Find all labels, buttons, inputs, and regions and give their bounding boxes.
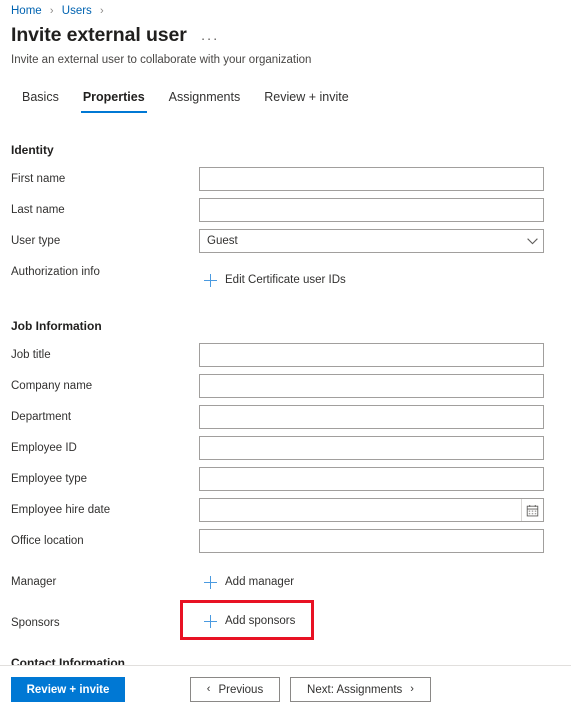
label-last-name: Last name: [11, 204, 65, 216]
section-heading-job-information: Job Information: [11, 319, 102, 333]
next-assignments-button[interactable]: Next: Assignments ›: [290, 677, 431, 702]
wizard-footer: Review + invite ‹ Previous Next: Assignm…: [0, 665, 571, 710]
review-invite-button[interactable]: Review + invite: [11, 677, 125, 702]
next-button-label: Next: Assignments: [307, 683, 403, 696]
user-type-selected-value: Guest: [207, 235, 238, 247]
last-name-input[interactable]: [199, 198, 544, 222]
calendar-icon[interactable]: [521, 499, 543, 521]
employee-type-input[interactable]: [199, 467, 544, 491]
add-manager-button[interactable]: Add manager: [204, 573, 294, 591]
tab-review-invite[interactable]: Review + invite: [252, 89, 360, 113]
breadcrumb-item-users[interactable]: Users: [62, 5, 92, 17]
plus-icon: [204, 575, 217, 589]
section-heading-identity: Identity: [11, 143, 54, 157]
breadcrumb: Home › Users ›: [11, 4, 109, 18]
add-sponsors-label: Add sponsors: [225, 614, 296, 627]
employee-hire-date-field[interactable]: [199, 498, 544, 522]
label-authorization-info: Authorization info: [11, 266, 100, 278]
tab-properties[interactable]: Properties: [71, 89, 157, 113]
label-office-location: Office location: [11, 535, 84, 547]
breadcrumb-separator-icon: ›: [100, 5, 104, 17]
employee-hire-date-input[interactable]: [200, 499, 521, 521]
add-sponsors-button[interactable]: Add sponsors: [204, 612, 295, 630]
more-actions-icon[interactable]: ···: [201, 25, 219, 45]
title-row: Invite external user ···: [11, 23, 219, 47]
user-type-select[interactable]: Guest: [199, 229, 544, 253]
label-job-title: Job title: [11, 349, 51, 361]
chevron-left-icon: ‹: [206, 683, 211, 695]
label-employee-type: Employee type: [11, 473, 88, 485]
label-employee-hire-date: Employee hire date: [11, 504, 111, 516]
plus-icon: [204, 614, 217, 628]
employee-id-input[interactable]: [199, 436, 544, 460]
label-first-name: First name: [11, 173, 66, 185]
add-manager-label: Add manager: [225, 575, 295, 588]
plus-icon: [204, 273, 217, 287]
previous-button-label: Previous: [218, 683, 264, 696]
first-name-input[interactable]: [199, 167, 544, 191]
page-title: Invite external user: [11, 24, 187, 46]
department-input[interactable]: [199, 405, 544, 429]
breadcrumb-separator-icon: ›: [49, 5, 54, 17]
office-location-input[interactable]: [199, 529, 544, 553]
job-title-input[interactable]: [199, 343, 544, 367]
label-department: Department: [11, 411, 72, 423]
label-employee-id: Employee ID: [11, 442, 77, 454]
chevron-down-icon: [521, 237, 543, 245]
tab-assignments[interactable]: Assignments: [157, 89, 253, 113]
form-content: Identity First name Last name User type …: [0, 122, 571, 665]
edit-certificate-user-ids-label: Edit Certificate user IDs: [225, 273, 346, 286]
section-heading-contact-information: Contact Information: [11, 656, 125, 665]
company-name-input[interactable]: [199, 374, 544, 398]
edit-certificate-user-ids-button[interactable]: Edit Certificate user IDs: [204, 271, 346, 289]
previous-button[interactable]: ‹ Previous: [190, 677, 280, 702]
invite-external-user-page: Home › Users › Invite external user ··· …: [0, 0, 571, 710]
breadcrumb-item-home[interactable]: Home: [11, 5, 42, 17]
tab-basics[interactable]: Basics: [10, 89, 71, 113]
tab-bar: Basics Properties Assignments Review + i…: [10, 89, 361, 119]
page-subtitle: Invite an external user to collaborate w…: [11, 54, 312, 66]
label-company-name: Company name: [11, 380, 93, 392]
label-manager: Manager: [11, 576, 57, 588]
label-sponsors: Sponsors: [11, 617, 60, 629]
chevron-right-icon: ›: [410, 683, 414, 695]
label-user-type: User type: [11, 235, 61, 247]
